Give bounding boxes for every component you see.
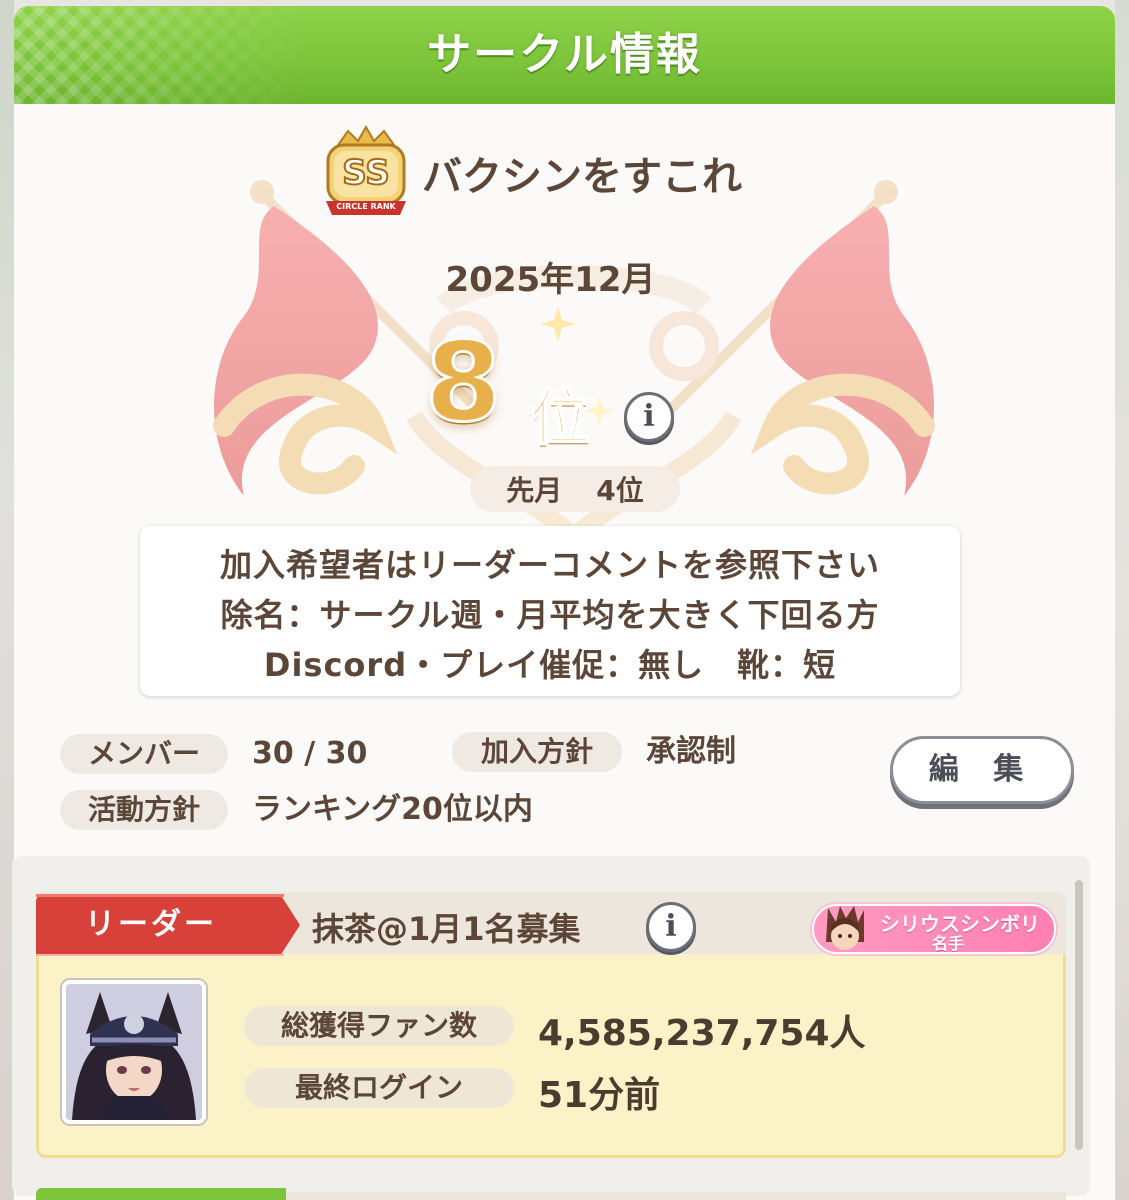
- leader-role-label: リーダー: [85, 907, 217, 942]
- comment-line: Discord・プレイ催促：無し 靴：短: [263, 646, 837, 684]
- info-icon: i: [665, 909, 677, 944]
- circle-name-row: SS CIRCLE RANK バクシンをすこれ: [320, 118, 742, 228]
- prev-rank-value: 4位: [596, 474, 644, 507]
- ranking-month: 2025年12月: [445, 260, 656, 300]
- info-icon: i: [643, 399, 655, 434]
- join-policy-value: 承認制: [646, 734, 736, 769]
- last-login-label: 最終ログイン: [244, 1068, 514, 1108]
- avatar-image[interactable]: [62, 980, 206, 1124]
- previous-month-rank: 先月 4位: [470, 466, 680, 512]
- prev-rank-label: 先月: [506, 474, 563, 507]
- comment-line: 加入希望者はリーダーコメントを参照下さい: [219, 546, 880, 584]
- next-member-ribbon: [36, 1188, 286, 1200]
- activity-policy-label: 活動方針: [60, 790, 228, 830]
- comment-line: 除名：サークル週・月平均を大きく下回る方: [220, 596, 880, 634]
- rank-badge-icon: SS CIRCLE RANK: [320, 123, 412, 223]
- rank-suffix: 位: [529, 383, 591, 455]
- members-label: メンバー: [60, 734, 228, 774]
- activity-policy-value: ランキング20位以内: [252, 792, 533, 827]
- total-fans-value: 4,585,237,754人: [538, 1013, 866, 1054]
- panel-header: サークル情報: [14, 6, 1115, 104]
- rank-badge-sub: CIRCLE RANK: [336, 202, 396, 211]
- edit-button[interactable]: 編 集: [890, 736, 1074, 804]
- rank-number: 8: [424, 317, 504, 448]
- title-badge-rank: 名手: [932, 934, 965, 953]
- rank-badge-main: SS: [341, 152, 390, 194]
- leader-ribbon: リーダー: [36, 894, 300, 956]
- join-policy-label: 加入方針: [452, 732, 622, 772]
- character-face-icon: [826, 906, 864, 950]
- background-right: [1115, 0, 1129, 1200]
- circle-comment: 加入希望者はリーダーコメントを参照下さい 除名：サークル週・月平均を大きく下回る…: [140, 526, 960, 696]
- circle-name: バクシンをすこれ: [422, 154, 742, 200]
- ranking-info-button[interactable]: i: [624, 392, 674, 442]
- sparkle-icon: [540, 306, 576, 342]
- last-login-value: 51分前: [538, 1075, 661, 1116]
- title-badge[interactable]: シリウスシンボリ 名手: [812, 904, 1056, 954]
- leader-info-button[interactable]: i: [646, 902, 696, 952]
- member-list-scrollbar[interactable]: [1075, 880, 1083, 1150]
- page-title: サークル情報: [427, 29, 702, 80]
- total-fans-label: 総獲得ファン数: [244, 1006, 514, 1046]
- leader-name: 抹茶@1月1名募集: [312, 910, 581, 948]
- next-member-card[interactable]: [36, 1188, 1066, 1200]
- members-value: 30 / 30: [252, 736, 368, 771]
- next-member-header: [286, 1192, 1066, 1200]
